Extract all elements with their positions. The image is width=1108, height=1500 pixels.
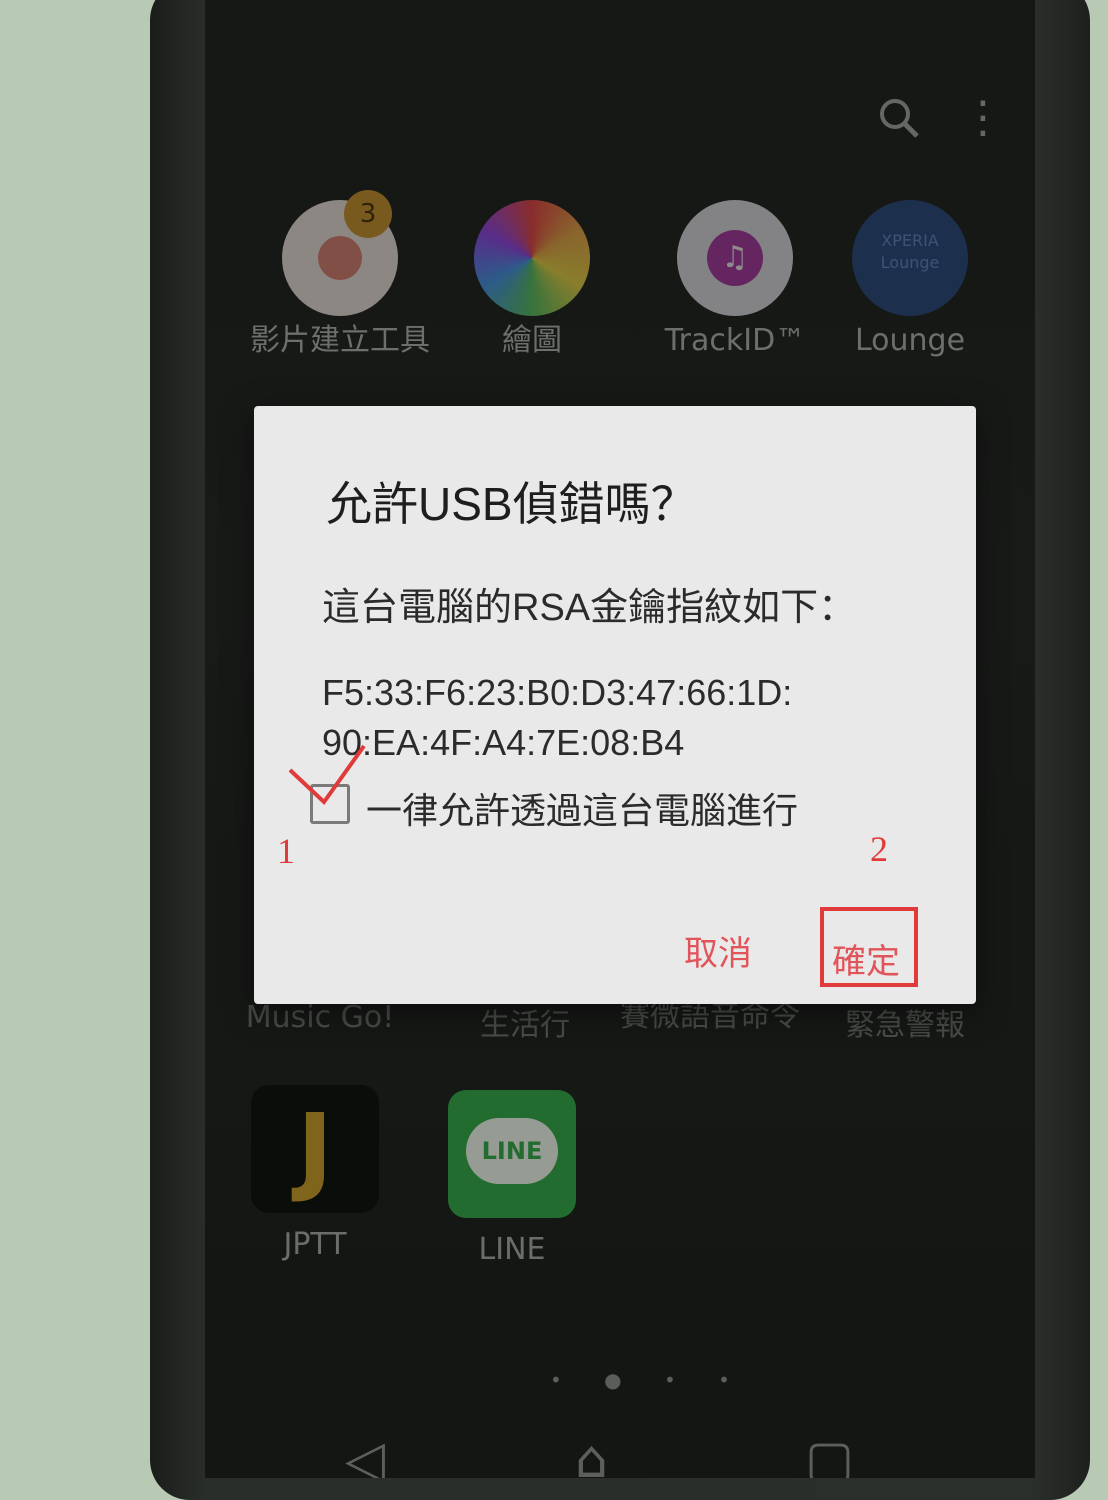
fingerprint-line-2: 90:EA:4F:A4:7E:08:B4 [322, 722, 685, 763]
cancel-button[interactable]: 取消 [684, 926, 752, 975]
annotation-checkmark-icon [288, 744, 366, 806]
dialog-title: 允許USB偵錯嗎？ [326, 478, 697, 530]
always-allow-label[interactable]: 一律允許透過這台電腦進行 [366, 782, 798, 834]
annotation-highlight-box [820, 907, 918, 987]
dialog-message: 這台電腦的RSA金鑰指紋如下： [322, 587, 857, 629]
rsa-fingerprint: F5:33:F6:23:B0:D3:47:66:1D: 90:EA:4F:A4:… [322, 668, 792, 768]
annotation-step-1: 1 [277, 831, 295, 871]
annotation-step-2: 2 [870, 829, 888, 869]
fingerprint-line-1: F5:33:F6:23:B0:D3:47:66:1D: [322, 672, 793, 713]
